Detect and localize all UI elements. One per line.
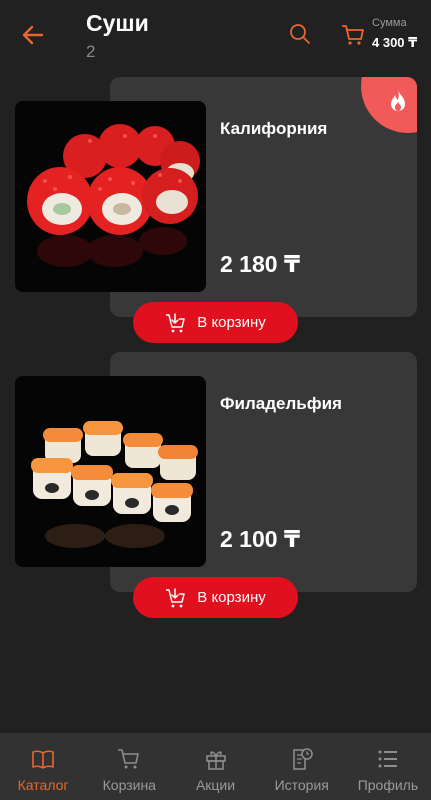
add-to-cart-icon <box>166 312 186 332</box>
sum-label: Сумма <box>372 17 407 29</box>
product-price: 2 100 ₸ <box>220 526 300 552</box>
add-to-cart-button[interactable]: В корзину <box>133 577 298 618</box>
top-bar: Суши 2 Сумма 4 300 ₸ <box>0 0 431 70</box>
bottom-navigation: Каталог Корзина Акции История Профиль <box>0 733 431 800</box>
nav-cart-label: Корзина <box>102 777 156 793</box>
cart-icon[interactable] <box>340 22 366 48</box>
sushi-roll-image <box>15 376 206 567</box>
sushi-roll-image <box>15 101 206 292</box>
product-name: Калифорния <box>220 119 328 138</box>
back-arrow-icon[interactable] <box>20 22 46 48</box>
gift-icon <box>205 751 226 770</box>
add-to-cart-icon <box>166 587 186 607</box>
nav-promotions[interactable]: Акции <box>172 733 258 800</box>
nav-history[interactable]: История <box>259 733 345 800</box>
product-image[interactable] <box>15 101 206 292</box>
cart-icon <box>118 749 140 769</box>
page-title: Суши <box>86 10 149 36</box>
nav-history-label: История <box>274 777 329 793</box>
search-icon[interactable] <box>288 22 312 46</box>
nav-profile[interactable]: Профиль <box>345 733 431 800</box>
menu-icon <box>378 750 397 768</box>
add-to-cart-label: В корзину <box>197 314 266 331</box>
product-card[interactable]: Филадельфия 2 100 ₸ В корзину <box>0 352 431 618</box>
nav-catalog[interactable]: Каталог <box>0 733 86 800</box>
items-count: 2 <box>86 42 96 61</box>
product-image[interactable] <box>15 376 206 567</box>
book-icon <box>32 750 54 769</box>
history-icon <box>292 748 313 770</box>
product-name: Филадельфия <box>220 394 342 413</box>
add-to-cart-label: В корзину <box>197 589 266 606</box>
add-to-cart-button[interactable]: В корзину <box>133 302 298 343</box>
nav-cart[interactable]: Корзина <box>86 733 172 800</box>
nav-promotions-label: Акции <box>195 777 236 793</box>
nav-catalog-label: Каталог <box>17 777 69 793</box>
hot-icon <box>391 89 405 111</box>
product-price: 2 180 ₸ <box>220 251 300 277</box>
nav-profile-label: Профиль <box>357 777 419 793</box>
product-card[interactable]: Калифорния 2 180 ₸ В корзину <box>0 77 431 343</box>
sum-value: 4 300 ₸ <box>372 35 418 50</box>
